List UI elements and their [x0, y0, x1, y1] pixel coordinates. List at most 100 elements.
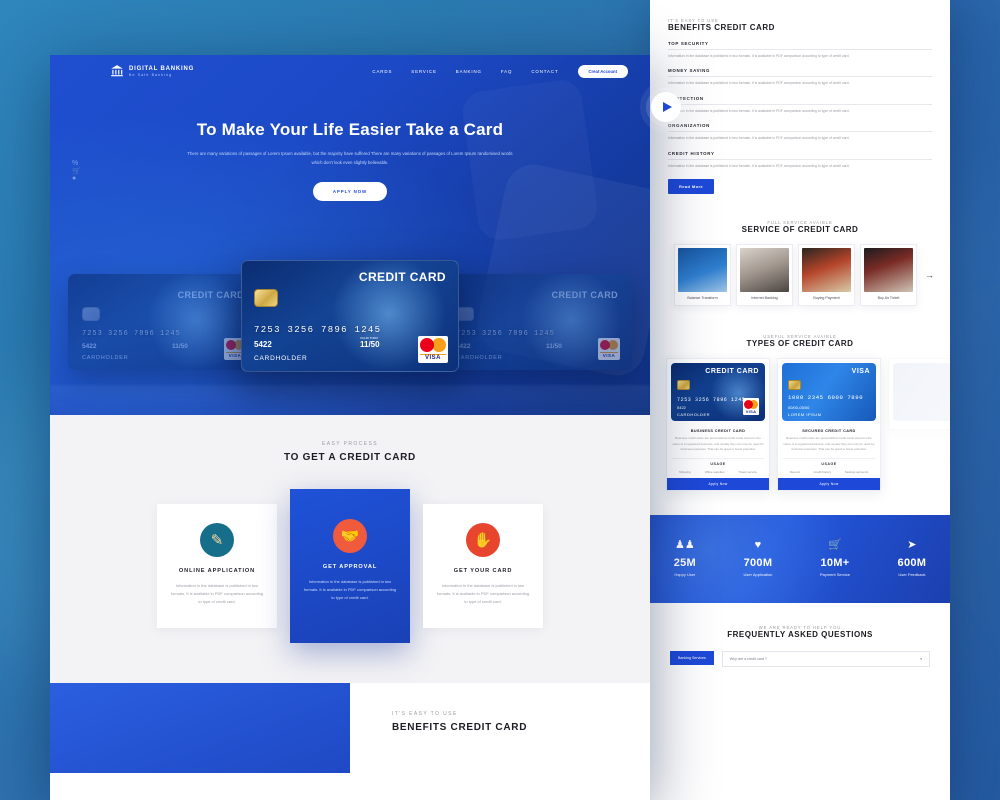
create-account-button[interactable]: Creat Account: [577, 64, 628, 78]
benefit-name: MONEY SAVING: [668, 68, 711, 74]
process-card-name: ONLINE APPLICATION: [178, 567, 256, 574]
nav-item-banking[interactable]: BANKING: [456, 69, 482, 74]
service-section: FULL SERVICE AVAIBLE SERVICE OF CREDIT C…: [650, 220, 950, 307]
process-card-online-application[interactable]: ✎ ONLINE APPLICATION Information in the …: [157, 503, 277, 629]
card-expiry: 11/50: [172, 343, 188, 350]
chip-icon: [82, 307, 100, 321]
service-card[interactable]: Buying Payment: [798, 244, 855, 307]
bank-icon: [111, 65, 123, 77]
benefits-section: IT'S EASY TO USE BENEFITS CREDIT CARD TO…: [650, 0, 950, 195]
card-holder: CARDHOLDER: [254, 355, 308, 362]
service-photo: [802, 248, 851, 293]
usage-tag: Travel service: [738, 469, 757, 474]
nav-item-faq[interactable]: FAQ: [501, 69, 512, 74]
type-card[interactable]: VISA 1000 2345 6000 7890 00/00-00/00 LOR…: [777, 358, 881, 491]
process-card-get-approval[interactable]: 🤝 GET APPROVAL Information in the databa…: [290, 489, 410, 643]
stat-item: ♟♟ 25M Happy User: [673, 540, 697, 578]
stat-value: 600M: [897, 557, 927, 570]
types-section: USEFUL SERVICE AVAIBLE TYPES OF CREDIT C…: [650, 334, 950, 491]
nav-item-service[interactable]: SERVICE: [411, 69, 437, 74]
stat-caption: Payment Service: [819, 572, 851, 578]
service-card[interactable]: Buy Air Ticket: [860, 244, 917, 307]
usage-tag: Savings accounts: [844, 469, 869, 474]
types-grid: CREDIT CARD 7253 3256 7896 1245 5422 CAR…: [666, 358, 950, 491]
benefits-strip: IT'S EASY TO USE BENEFITS CREDIT CARD: [50, 682, 650, 773]
faq-question-text: Why are a credit card ?: [729, 656, 767, 661]
card-number: 7253 3256 7896 1245: [456, 330, 555, 338]
visa-icon: VISA: [600, 352, 618, 358]
stat-value: 25M: [673, 557, 697, 570]
nav-item-contact[interactable]: CONTACT: [531, 69, 558, 74]
nav-links: CARDS SERVICE BANKING FAQ CONTACT Creat …: [372, 64, 628, 78]
apply-now-button[interactable]: Apply Now: [667, 477, 769, 490]
card-expiry: 11/50: [546, 343, 562, 350]
usage-tag: Shipping: [679, 469, 691, 474]
usage-tag: Deposit: [789, 469, 800, 474]
usage-tag: Credit history: [813, 469, 832, 474]
apply-now-button[interactable]: APPLY NOW: [312, 181, 388, 201]
card-art-title: VISA: [851, 368, 870, 376]
heart-icon: ♥: [754, 539, 762, 552]
benefit-desc: Information in the database is published…: [668, 103, 932, 114]
apply-now-button[interactable]: Apply Now: [778, 477, 880, 490]
credit-card-right[interactable]: CREDIT CARD 7253 3256 7896 1245 5422 11/…: [442, 274, 632, 370]
mastercard-icon: [600, 340, 618, 350]
faq-question-item[interactable]: Why are a credit card ? ▾: [721, 650, 930, 667]
credit-card-featured[interactable]: CREDIT CARD 7253 3256 7896 1245 5422 VAL…: [241, 260, 459, 372]
play-button[interactable]: [651, 92, 681, 122]
benefits-strip-content: IT'S EASY TO USE BENEFITS CREDIT CARD: [350, 682, 650, 773]
type-body: SECURED CREDIT CARD Business credit card…: [778, 425, 880, 478]
service-card[interactable]: Balance Transform: [674, 244, 731, 307]
chip-icon: [677, 380, 690, 391]
card-number: 7253 3256 7896 1245: [254, 325, 382, 335]
card-art-secured: VISA 1000 2345 6000 7890 00/00-00/00 LOR…: [782, 363, 876, 422]
credit-card-stack: CREDIT CARD 7253 3256 7896 1245 5422 11/…: [50, 260, 650, 380]
process-card-desc: Information in the database is published…: [436, 582, 530, 604]
benefits-strip-eyebrow: IT'S EASY TO USE: [392, 710, 458, 717]
chip-icon: [788, 380, 801, 391]
process-card-get-your-card[interactable]: ✋ GET YOUR CARD Information in the datab…: [423, 503, 543, 629]
stat-item: ➤ 600M User Feedback: [897, 540, 927, 578]
nav-item-cards[interactable]: CARDS: [372, 69, 392, 74]
service-card[interactable]: Internet Banking: [736, 244, 793, 307]
secondary-page-mockup: IT'S EASY TO USE BENEFITS CREDIT CARD TO…: [650, 0, 950, 800]
card-title: CREDIT CARD: [358, 270, 446, 284]
brand-logo[interactable]: DIGITAL BANKING Be Safe Banking: [110, 64, 194, 78]
card-number: 1000 2345 6000 7890: [788, 394, 864, 402]
type-card[interactable]: CREDIT CARD 7253 3256 7896 1245 5422 CAR…: [666, 358, 770, 491]
card-cvv: 5422: [677, 405, 686, 411]
chevron-down-icon[interactable]: ▾: [920, 657, 922, 661]
card-expiry-value: 11/50: [360, 340, 380, 349]
service-header: FULL SERVICE AVAIBLE SERVICE OF CREDIT C…: [666, 220, 934, 234]
handshake-icon: 🤝: [333, 519, 367, 553]
faq-tab-banking-services[interactable]: Banking Services: [670, 650, 714, 665]
process-card-name: GET YOUR CARD: [453, 567, 513, 574]
faq-header: WE ARE READY TO HELP YOU FREQUENTLY ASKE…: [666, 625, 934, 639]
benefits-strip-title: BENEFITS CREDIT CARD: [392, 721, 528, 733]
type-name: BUSINESS CREDIT CARD: [690, 429, 746, 434]
hero-paragraph: There are many variations of passages of…: [187, 151, 513, 166]
card-brand-logos: VISA: [598, 338, 620, 360]
benefit-name: CREDIT HISTORY: [668, 150, 715, 156]
service-photo: [864, 248, 913, 293]
benefits-title: BENEFITS CREDIT CARD: [668, 23, 775, 32]
card-expiry: VALID THRU 11/50: [360, 337, 380, 350]
benefits-read-more-button[interactable]: Read More: [668, 179, 715, 195]
type-desc: Business credit cards are personalized c…: [783, 436, 875, 452]
credit-card-left[interactable]: CREDIT CARD 7253 3256 7896 1245 5422 11/…: [68, 274, 258, 370]
service-label: Internet Banking: [751, 296, 778, 301]
faq-title: FREQUENTLY ASKED QUESTIONS: [727, 629, 873, 639]
faq-section: WE ARE READY TO HELP YOU FREQUENTLY ASKE…: [650, 625, 950, 667]
mastercard-icon: VISA: [743, 398, 759, 416]
card-brand-logos: VISA: [418, 336, 448, 363]
process-card-desc: Information in the database is published…: [303, 579, 397, 601]
benefit-name: ORGANIZATION: [668, 123, 710, 129]
arrow-right-icon[interactable]: →: [922, 270, 934, 280]
service-title: SERVICE OF CREDIT CARD: [741, 225, 859, 235]
type-card-partial[interactable]: [888, 358, 950, 431]
tablet-signature-icon: ✎: [200, 522, 234, 557]
usage-label: USAGE: [672, 457, 764, 466]
process-card-name: GET APPROVAL: [322, 564, 378, 570]
type-body: [889, 425, 950, 429]
visa-icon: VISA: [420, 354, 446, 361]
